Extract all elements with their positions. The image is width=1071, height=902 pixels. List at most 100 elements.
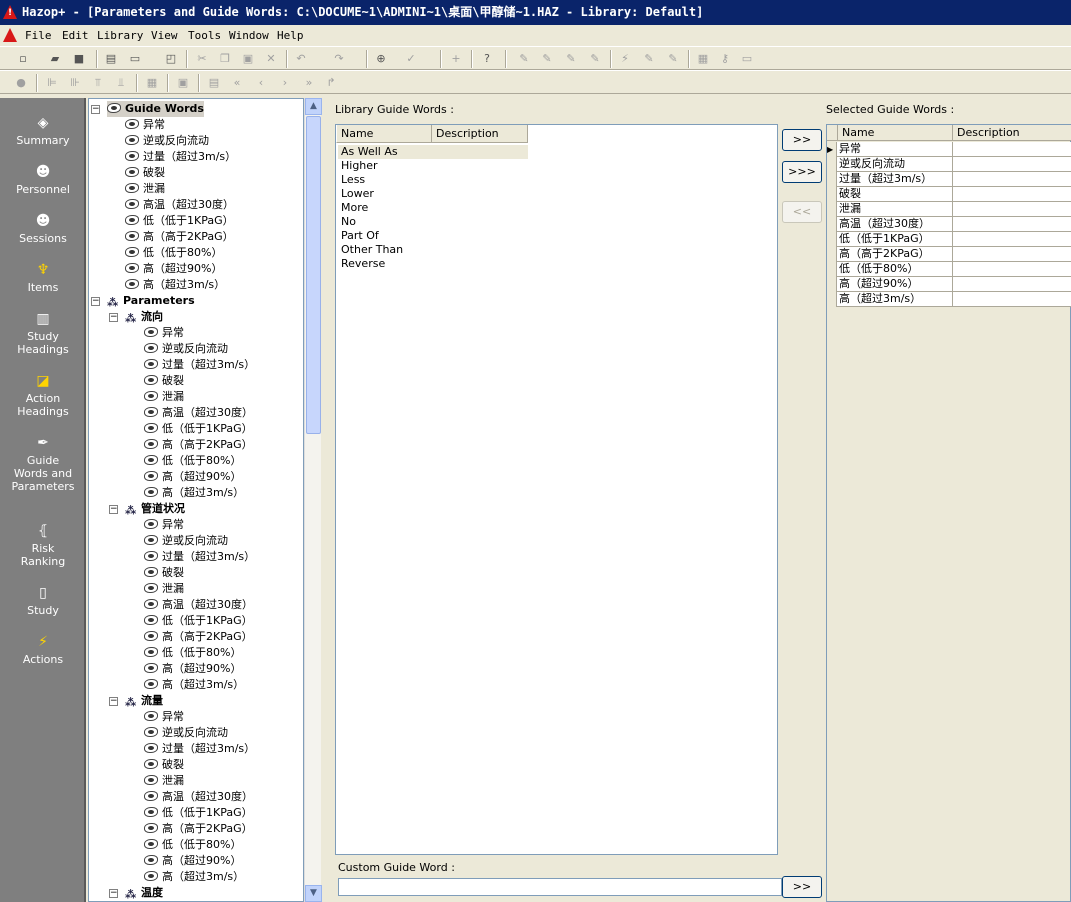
find-icon[interactable]: ⊕ [372,50,390,68]
tree-guide-word[interactable]: 高（超过90%） [125,261,222,277]
collapse-icon[interactable]: − [109,505,118,514]
nav-sessions[interactable]: ☻ Sessions [0,212,86,245]
tree-parameter-guide-word[interactable]: 高（超过90%） [144,661,241,677]
align-bottom-icon[interactable]: ⫫ [112,74,130,92]
selected-table-row[interactable]: 高（超过90%） [827,277,1071,292]
tree-parameter-guide-word[interactable]: 异常 [144,517,184,533]
library-name-header[interactable]: Name [336,125,432,143]
menu-window[interactable]: Window [229,29,269,42]
row-indicator[interactable] [827,292,837,307]
selected-name-cell[interactable]: 逆或反向流动 [838,157,953,172]
print-icon[interactable]: ▤ [102,50,120,68]
guide-word-tree[interactable]: Guide Words − 异常 逆或反向流动 过量（超过3m/s） 破裂 泄漏 高温（超过3… [88,98,304,902]
calendar-icon[interactable]: ▭ [738,50,756,68]
tree-parameter[interactable]: ⁂ 流量 [125,693,163,709]
nav-items[interactable]: ♆ Items [0,261,86,294]
nav-study-headings[interactable]: ▥ Study Headings [0,310,86,356]
row-indicator[interactable] [827,172,837,187]
nav-risk-ranking[interactable]: ⦃ Risk Ranking [0,522,86,568]
library-guide-words-list[interactable]: Name Description As Well As Higher Less Low… [335,124,778,855]
tree-parameter-guide-word[interactable]: 高温（超过30度） [144,405,253,421]
nav-summary[interactable]: ◈ Summary [0,114,86,147]
selected-name-cell[interactable]: 破裂 [838,187,953,202]
selected-guide-words-grid[interactable]: Name Description ▶ 异常 逆或反向流动 过量（超过3m/s） 破裂 泄漏… [826,124,1071,902]
goto-icon[interactable]: ↱ [322,74,340,92]
menu-edit[interactable]: Edit [62,29,89,42]
tree-parameter-guide-word[interactable]: 破裂 [144,373,184,389]
tree-parameter-guide-word[interactable]: 低（低于80%） [144,645,241,661]
library-list-item[interactable]: Other Than [338,243,458,257]
document-warning-icon[interactable] [3,28,17,42]
selected-name-cell[interactable]: 过量（超过3m/s） [838,172,953,187]
action-note-icon[interactable]: ✎ [664,50,682,68]
tree-guide-word[interactable]: 过量（超过3m/s） [125,149,236,165]
nav-personnel[interactable]: ☻ Personnel [0,163,86,196]
library-list-item[interactable]: Lower [338,187,458,201]
selected-name-header[interactable]: Name [838,125,953,141]
align-top-icon[interactable]: ⫪ [89,74,107,92]
delete-icon[interactable]: ✕ [262,50,280,68]
menu-file[interactable]: File [25,29,52,42]
selected-table-row[interactable]: 低（低于1KPaG） [827,232,1071,247]
action-icon[interactable]: ⚡ [616,50,634,68]
row-indicator[interactable] [827,277,837,292]
save-icon[interactable]: ■ [70,50,88,68]
library-list-item[interactable]: Less [338,173,458,187]
align-left-icon[interactable]: ⊫ [43,74,61,92]
tree-parameter-guide-word[interactable]: 逆或反向流动 [144,341,228,357]
tree-parameter-guide-word[interactable]: 过量（超过3m/s） [144,741,255,757]
library-description-header[interactable]: Description [432,125,528,143]
guide-word-delete-icon[interactable]: ✎ [586,50,604,68]
tree-guide-word[interactable]: 泄漏 [125,181,165,197]
frame-icon[interactable]: ▣ [174,74,192,92]
tree-parameter-guide-word[interactable]: 泄漏 [144,773,184,789]
tree-parameter-guide-word[interactable]: 高（高于2KPaG） [144,821,253,837]
new-icon[interactable]: ▫ [14,50,32,68]
undo-icon[interactable]: ↶ [292,50,310,68]
tree-parameter-guide-word[interactable]: 低（低于1KPaG） [144,421,253,437]
library-list-item[interactable]: Higher [338,159,458,173]
key-icon[interactable]: ⚷ [716,50,734,68]
collapse-icon[interactable]: − [109,889,118,898]
tree-root-guide-words[interactable]: Guide Words [107,101,204,117]
selected-name-cell[interactable]: 高（高于2KPaG） [838,247,953,262]
row-indicator[interactable] [827,247,837,262]
selected-name-cell[interactable]: 高（超过90%） [838,277,953,292]
open-icon[interactable]: ▰ [46,50,64,68]
tree-parameter-guide-word[interactable]: 高温（超过30度） [144,597,253,613]
tree-parameter-guide-word[interactable]: 高（高于2KPaG） [144,437,253,453]
add-icon[interactable]: + [447,50,465,68]
grid-icon[interactable]: ▦ [694,50,712,68]
nav-study[interactable]: ▯ Study [0,584,86,617]
tree-parameter-guide-word[interactable]: 过量（超过3m/s） [144,549,255,565]
page-setup-icon[interactable]: ▭ [126,50,144,68]
align-right-icon[interactable]: ⊪ [66,74,84,92]
tree-parameter-guide-word[interactable]: 高（超过90%） [144,853,241,869]
collapse-icon[interactable]: − [109,313,118,322]
tree-parameter-guide-word[interactable]: 过量（超过3m/s） [144,357,255,373]
tree-guide-word[interactable]: 高温（超过30度） [125,197,234,213]
row-indicator[interactable] [827,157,837,172]
tree-parameter-guide-word[interactable]: 异常 [144,325,184,341]
cut-icon[interactable]: ✂ [193,50,211,68]
tree-parameter-guide-word[interactable]: 低（低于1KPaG） [144,805,253,821]
tree-parameter-guide-word[interactable]: 高（超过3m/s） [144,869,244,885]
tree-guide-word[interactable]: 低（低于80%） [125,245,222,261]
selected-table-row[interactable]: 低（低于80%） [827,262,1071,277]
library-list-item[interactable]: No [338,215,458,229]
library-list-item[interactable]: As Well As [338,145,528,159]
previous-icon[interactable]: ‹ [252,74,270,92]
tree-parameter[interactable]: ⁂ 流向 [125,309,163,325]
tree-parameter-guide-word[interactable]: 低（低于80%） [144,837,241,853]
tree-guide-word[interactable]: 破裂 [125,165,165,181]
help-icon[interactable]: ? [478,50,496,68]
selected-table-row[interactable]: 破裂 [827,187,1071,202]
selected-table-row[interactable]: 高（高于2KPaG） [827,247,1071,262]
redo-icon[interactable]: ↷ [330,50,348,68]
tree-parameter-guide-word[interactable]: 逆或反向流动 [144,533,228,549]
current-row-arrow-icon[interactable]: ▶ [827,142,837,157]
row-indicator[interactable] [827,262,837,277]
next-icon[interactable]: › [276,74,294,92]
menu-tools[interactable]: Tools [188,29,221,42]
selected-name-cell[interactable]: 低（低于1KPaG） [838,232,953,247]
